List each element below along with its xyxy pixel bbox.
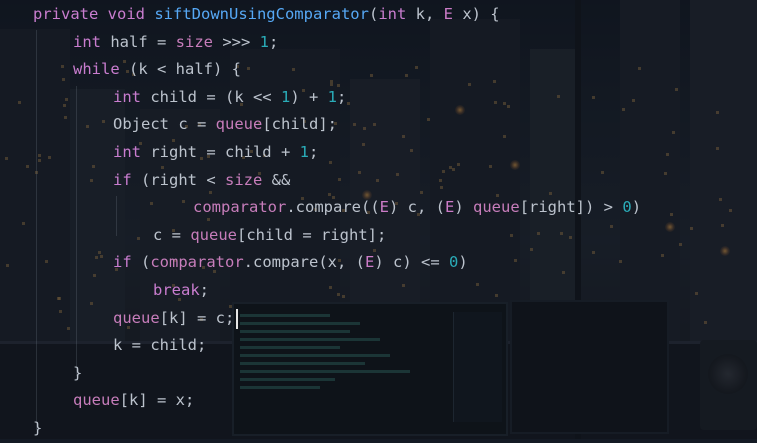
code-token: queue bbox=[73, 391, 120, 410]
code-token: 0 bbox=[622, 198, 632, 217]
code-token: siftDownUsingComparator bbox=[154, 5, 369, 23]
code-token: } bbox=[33, 419, 43, 437]
indent-guide bbox=[76, 86, 77, 376]
code-token: 1 bbox=[259, 32, 269, 51]
code-token: ) c) <= bbox=[374, 253, 449, 272]
indent-guide bbox=[116, 196, 117, 236]
code-line[interactable]: c = queue[child = right]; bbox=[153, 222, 386, 250]
text-cursor bbox=[235, 308, 238, 329]
code-token: ( bbox=[368, 5, 379, 23]
code-token: && bbox=[262, 170, 291, 189]
code-token: ) bbox=[631, 198, 642, 217]
code-line[interactable]: int half = size >>> 1; bbox=[73, 29, 278, 57]
code-token: (k < half) { bbox=[129, 60, 241, 79]
code-token: ; bbox=[269, 32, 279, 51]
code-line[interactable]: int right = child + 1; bbox=[113, 139, 318, 167]
code-token: >>> bbox=[212, 32, 260, 51]
code-token: ; bbox=[308, 143, 319, 161]
code-token: Object c = bbox=[113, 115, 216, 134]
code-line[interactable]: queue[k] = x; bbox=[73, 387, 194, 415]
code-token: E bbox=[445, 198, 455, 217]
code-line[interactable]: while (k < half) { bbox=[73, 56, 241, 84]
code-token: int bbox=[113, 87, 151, 106]
code-token: k, bbox=[415, 5, 444, 23]
code-token: child = (k << bbox=[150, 87, 281, 106]
code-token: k = child; bbox=[113, 336, 207, 355]
code-token: 1 bbox=[327, 87, 337, 106]
code-token: 1 bbox=[299, 143, 309, 161]
code-token: ) + bbox=[290, 87, 328, 106]
code-line[interactable]: k = child; bbox=[113, 332, 206, 360]
code-line[interactable]: comparator.compare((E) c, (E) queue[righ… bbox=[193, 194, 641, 222]
code-token: queue bbox=[113, 308, 160, 327]
code-line[interactable]: queue[k] = c; bbox=[113, 305, 234, 333]
code-token: queue bbox=[215, 115, 263, 134]
code-token: 0 bbox=[449, 253, 459, 272]
code-token: ) bbox=[454, 198, 474, 217]
code-token: private bbox=[33, 5, 108, 23]
code-token: ; bbox=[199, 281, 210, 299]
code-token: } bbox=[73, 363, 83, 382]
code-token: ; bbox=[337, 87, 347, 106]
code-token: right = child + bbox=[150, 143, 300, 161]
code-token: [child = right]; bbox=[237, 225, 387, 244]
code-token: .compare(( bbox=[286, 198, 380, 217]
code-token: ( bbox=[141, 253, 151, 272]
code-token: [k] = c; bbox=[159, 308, 235, 327]
code-line[interactable]: } bbox=[73, 360, 82, 388]
code-token: x) { bbox=[462, 5, 500, 23]
code-line[interactable]: private void siftDownUsingComparator(int… bbox=[33, 1, 500, 29]
code-line[interactable]: int child = (k << 1) + 1; bbox=[113, 84, 346, 112]
code-token: (right < bbox=[141, 170, 225, 189]
code-token: c = bbox=[153, 225, 191, 244]
code-token: E bbox=[365, 253, 375, 272]
code-token: break bbox=[153, 281, 200, 299]
code-line[interactable]: if (comparator.compare(x, (E) c) <= 0) bbox=[113, 249, 468, 277]
code-token: E bbox=[443, 5, 463, 23]
code-token: 1 bbox=[280, 87, 291, 106]
code-editor[interactable]: private void siftDownUsingComparator(int… bbox=[0, 0, 757, 439]
code-line[interactable]: Object c = queue[child]; bbox=[113, 111, 337, 139]
code-token: comparator bbox=[193, 198, 287, 217]
code-token: ) bbox=[458, 253, 468, 272]
code-token: if bbox=[113, 170, 141, 189]
code-token: [right]) > bbox=[519, 198, 623, 217]
code-token: ) c, ( bbox=[389, 198, 445, 217]
code-token: while bbox=[73, 60, 129, 79]
code-token: queue bbox=[190, 225, 237, 244]
code-token: int bbox=[378, 5, 416, 23]
code-line[interactable]: } bbox=[33, 415, 42, 443]
code-token: if bbox=[113, 253, 141, 272]
code-token: [k] = x; bbox=[119, 391, 195, 410]
indent-guide bbox=[36, 30, 37, 430]
code-token: int bbox=[113, 143, 151, 161]
code-line[interactable]: if (right < size && bbox=[113, 167, 290, 195]
code-token: E bbox=[379, 198, 389, 217]
code-line[interactable]: break; bbox=[153, 277, 209, 305]
code-token: size bbox=[175, 32, 213, 51]
code-token: queue bbox=[473, 198, 520, 217]
code-token: int bbox=[73, 32, 111, 51]
code-token: half = bbox=[110, 32, 176, 51]
code-token: void bbox=[107, 5, 155, 23]
code-token: size bbox=[225, 170, 263, 189]
code-token: comparator bbox=[150, 253, 244, 272]
code-token: [child]; bbox=[262, 115, 337, 134]
code-token: .compare(x, ( bbox=[243, 253, 365, 272]
